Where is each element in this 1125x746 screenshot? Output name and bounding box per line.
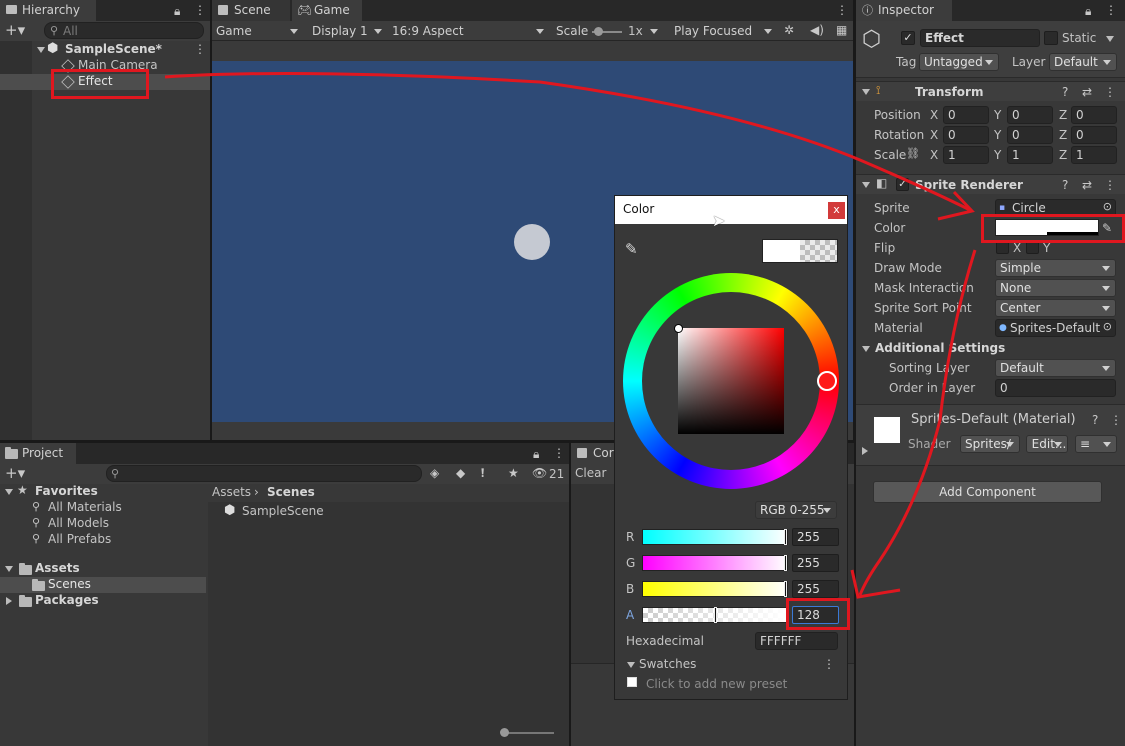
- annotation-arrowhead-2: [850, 569, 901, 599]
- annotation-arrow-effect-to-color: [164, 71, 971, 212]
- annotation-arrow-color-to-alpha: [858, 249, 977, 596]
- annotation-arrows: [164, 71, 977, 599]
